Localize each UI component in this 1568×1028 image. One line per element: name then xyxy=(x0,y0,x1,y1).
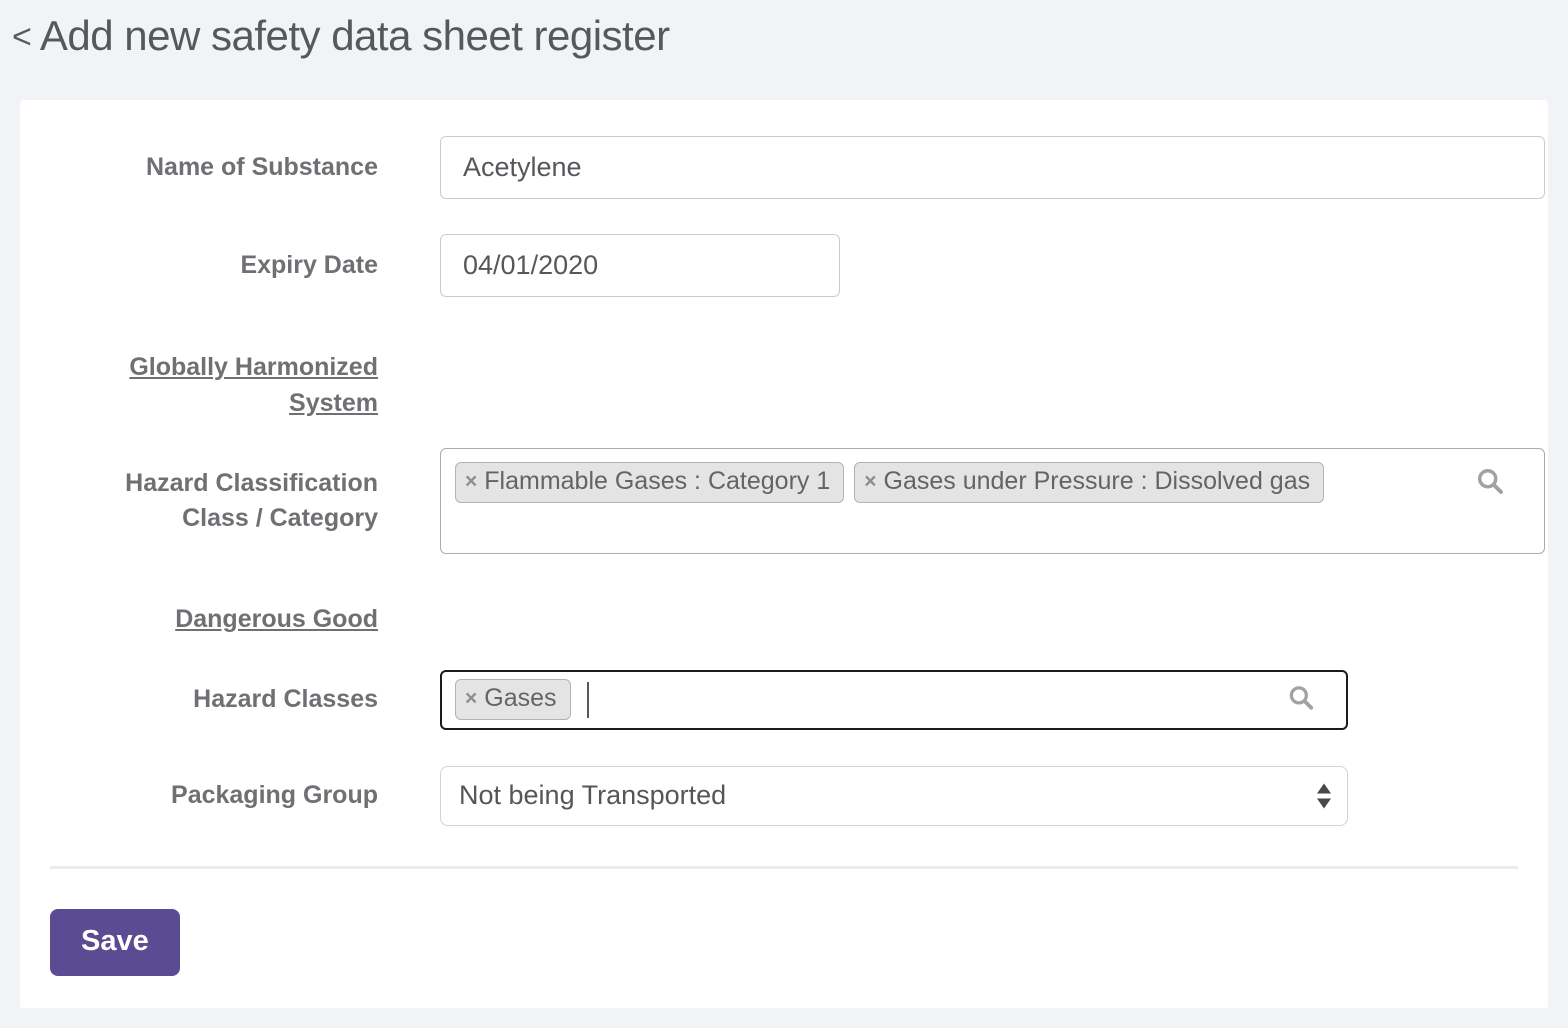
select-arrows-icon xyxy=(1317,783,1331,808)
name-of-substance-label: Name of Substance xyxy=(20,150,378,186)
name-of-substance-input[interactable] xyxy=(440,136,1545,199)
row-hazard-classification: Hazard Classification Class / Category ×… xyxy=(20,448,1548,554)
packaging-group-selected-value: Not being Transported xyxy=(459,780,726,811)
tag-label: Gases under Pressure : Dissolved gas xyxy=(884,467,1311,496)
hazard-classes-label: Hazard Classes xyxy=(20,682,378,718)
divider xyxy=(50,866,1518,869)
search-icon xyxy=(1474,465,1506,502)
dangerous-good-section-heading: Dangerous Good xyxy=(20,602,378,638)
row-name-of-substance: Name of Substance xyxy=(20,136,1548,199)
back-chevron-icon[interactable]: < xyxy=(12,8,32,66)
expiry-date-label: Expiry Date xyxy=(20,248,378,284)
packaging-group-label: Packaging Group xyxy=(20,778,378,814)
packaging-group-select[interactable]: Not being Transported xyxy=(440,766,1348,826)
text-cursor xyxy=(587,682,589,718)
row-hazard-classes: Hazard Classes × Gases xyxy=(20,670,1548,730)
tag-flammable-gases[interactable]: × Flammable Gases : Category 1 xyxy=(455,462,844,503)
remove-tag-icon[interactable]: × xyxy=(465,471,477,492)
tag-gases[interactable]: × Gases xyxy=(455,679,571,720)
row-expiry-date: Expiry Date xyxy=(20,234,1548,297)
remove-tag-icon[interactable]: × xyxy=(465,688,477,709)
row-packaging-group: Packaging Group Not being Transported xyxy=(20,766,1548,826)
expiry-date-input[interactable] xyxy=(440,234,840,297)
hazard-classes-multiselect[interactable]: × Gases xyxy=(440,670,1348,730)
ghs-section-heading: Globally Harmonized System xyxy=(20,350,378,421)
page-header: < Add new safety data sheet register xyxy=(0,0,1568,100)
tag-gases-under-pressure[interactable]: × Gases under Pressure : Dissolved gas xyxy=(854,462,1324,503)
tag-label: Flammable Gases : Category 1 xyxy=(484,467,830,496)
remove-tag-icon[interactable]: × xyxy=(864,471,876,492)
hazard-classification-multiselect[interactable]: × Flammable Gases : Category 1 × Gases u… xyxy=(440,448,1545,554)
save-button[interactable]: Save xyxy=(50,909,180,976)
search-icon xyxy=(1286,682,1316,717)
row-ghs-heading: Globally Harmonized System xyxy=(20,350,1548,421)
row-dangerous-good-heading: Dangerous Good xyxy=(20,602,1548,638)
page-title: Add new safety data sheet register xyxy=(40,8,670,64)
hazard-classification-label: Hazard Classification Class / Category xyxy=(20,466,378,537)
form-card: Name of Substance Expiry Date Globally H… xyxy=(20,100,1548,1008)
tag-label: Gases xyxy=(484,684,556,713)
